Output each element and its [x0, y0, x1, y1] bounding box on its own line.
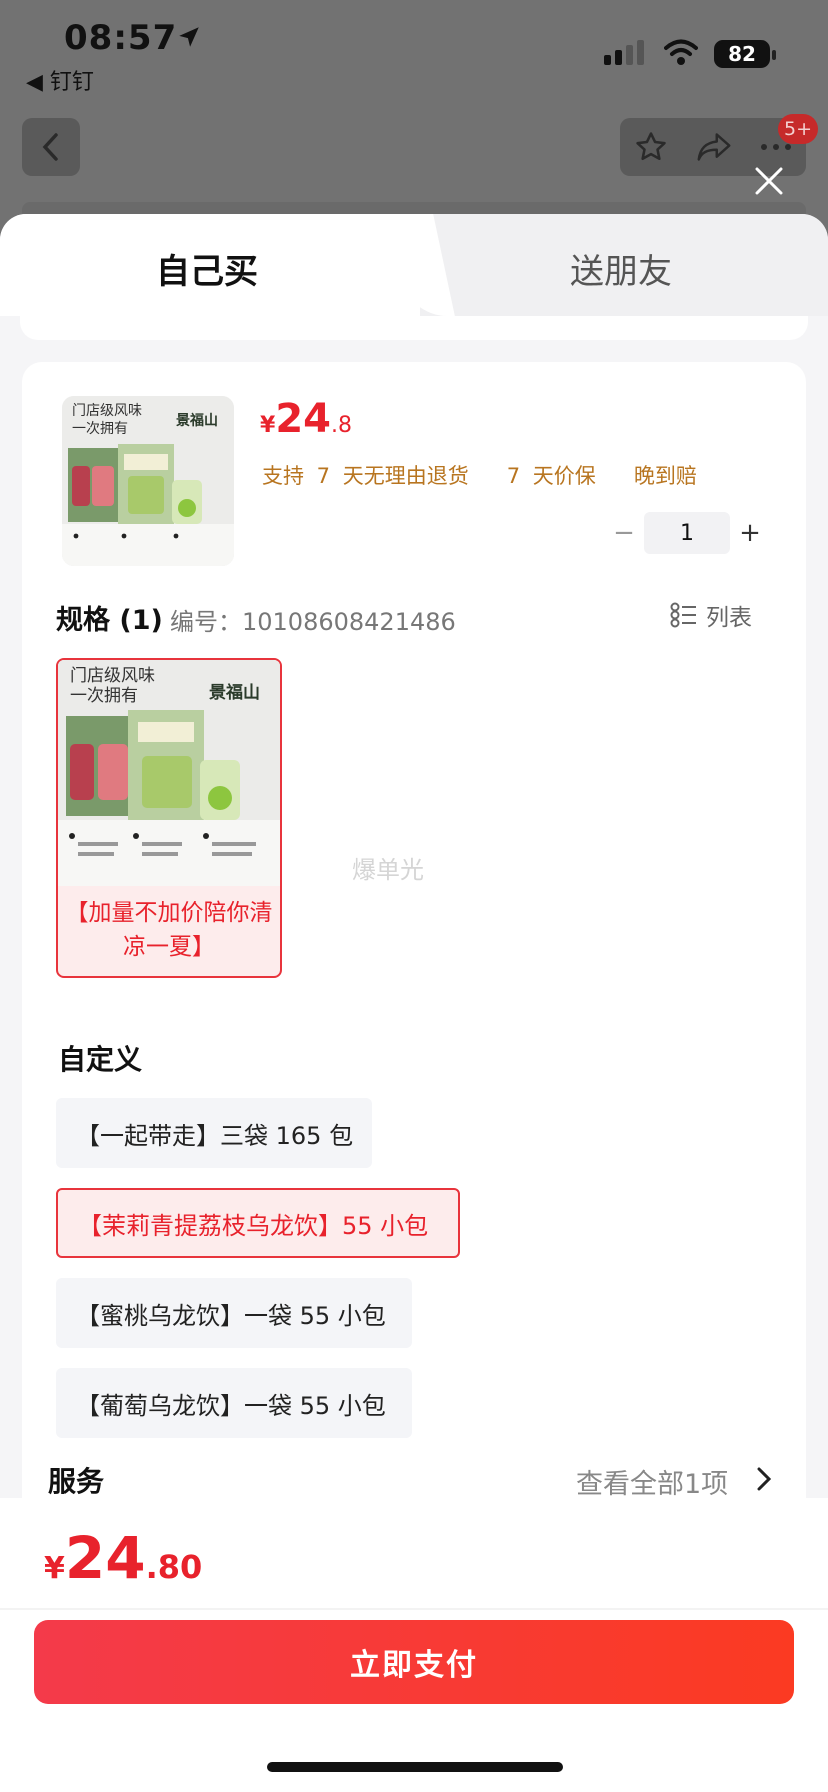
notification-badge: 5+ — [778, 114, 819, 144]
tab-panel-edge — [20, 316, 808, 340]
quantity-input[interactable]: 1 — [644, 512, 730, 554]
star-icon[interactable] — [634, 130, 668, 164]
service-tag: 晚到赔 — [633, 464, 697, 488]
service-tags: 支持 7 天无理由退货 7 天价保 晚到赔 — [262, 460, 697, 490]
custom-section-title: 自定义 — [58, 1043, 143, 1076]
back-to-app-link[interactable]: ◀ 钉钉 — [26, 64, 94, 96]
decrease-quantity-button[interactable]: − — [604, 512, 644, 554]
unit-price: ¥24.8 — [260, 396, 352, 442]
service-tag: 支持 7 天无理由退货 — [262, 464, 469, 488]
view-all-services-link[interactable]: 查看全部1项 — [576, 1462, 728, 1501]
wifi-icon — [664, 39, 698, 65]
brand-logo-text: 景福山 — [176, 413, 218, 429]
custom-option[interactable]: 【蜜桃乌龙饮】一袋 55 小包 — [56, 1278, 412, 1348]
list-view-toggle[interactable]: 列表 — [670, 598, 752, 632]
custom-option[interactable]: 【葡萄乌龙饮】一袋 55 小包 — [56, 1368, 412, 1438]
total-decimal: .80 — [145, 1548, 203, 1586]
price-decimal: .8 — [330, 413, 352, 438]
home-indicator[interactable] — [267, 1762, 563, 1772]
quantity-stepper: − 1 + — [604, 512, 774, 554]
custom-option-selected[interactable]: 【茉莉青提荔枝乌龙饮】55 小包 — [56, 1188, 460, 1258]
spec-option-label: 【加量不加价陪你清凉一夏】 — [65, 900, 273, 960]
chevron-left-icon — [42, 133, 58, 161]
share-icon[interactable] — [696, 131, 732, 163]
tab-buy-for-self[interactable]: 自己买 — [156, 244, 258, 293]
chevron-right-icon — [757, 1467, 772, 1491]
spec-image-caption: 门店级风味 一次拥有 — [70, 666, 155, 706]
spec-code: 编号：10108608421486 — [170, 608, 456, 636]
total-price: ¥24.80 — [44, 1524, 202, 1592]
thumbnail-caption: 门店级风味 一次拥有 — [72, 403, 142, 437]
service-tag: 7 天价保 — [506, 464, 596, 488]
pay-now-button[interactable]: 立即支付 — [34, 1620, 794, 1704]
battery-indicator: 82 — [714, 40, 776, 68]
cellular-signal-icon — [604, 40, 644, 65]
product-thumbnail[interactable]: 门店级风味 一次拥有 景福山 — [62, 396, 234, 566]
service-title: 服务 — [48, 1465, 105, 1498]
spec-option-selected[interactable]: 门店级风味 一次拥有 景福山 【加量不加价陪你清凉一夏】 — [56, 658, 282, 978]
list-toggle-label: 列表 — [706, 605, 752, 631]
increase-quantity-button[interactable]: + — [730, 512, 770, 554]
price-currency: ¥ — [260, 413, 276, 438]
more-icon[interactable] — [760, 142, 792, 152]
price-integer: 24 — [275, 396, 331, 442]
close-icon[interactable] — [752, 164, 786, 198]
back-button[interactable] — [22, 118, 80, 176]
status-time: 08:57 — [64, 18, 178, 58]
total-integer: 24 — [64, 1524, 146, 1592]
battery-level: 82 — [728, 42, 756, 66]
total-currency: ¥ — [44, 1551, 65, 1586]
custom-option[interactable]: 【一起带走】三袋 165 包 — [56, 1098, 372, 1168]
tab-send-to-friend[interactable]: 送朋友 — [570, 244, 672, 293]
spec-brand-text: 景福山 — [209, 683, 260, 703]
location-arrow-icon — [179, 27, 199, 47]
tab-bar: 自己买 送朋友 — [0, 214, 828, 316]
spec-title: 规格 (1) — [56, 605, 163, 636]
list-icon — [670, 602, 696, 628]
checkout-footer: ¥24.80 立即支付 — [0, 1498, 828, 1792]
watermark-text: 爆单光 — [352, 856, 424, 884]
footer-divider — [0, 1608, 828, 1610]
